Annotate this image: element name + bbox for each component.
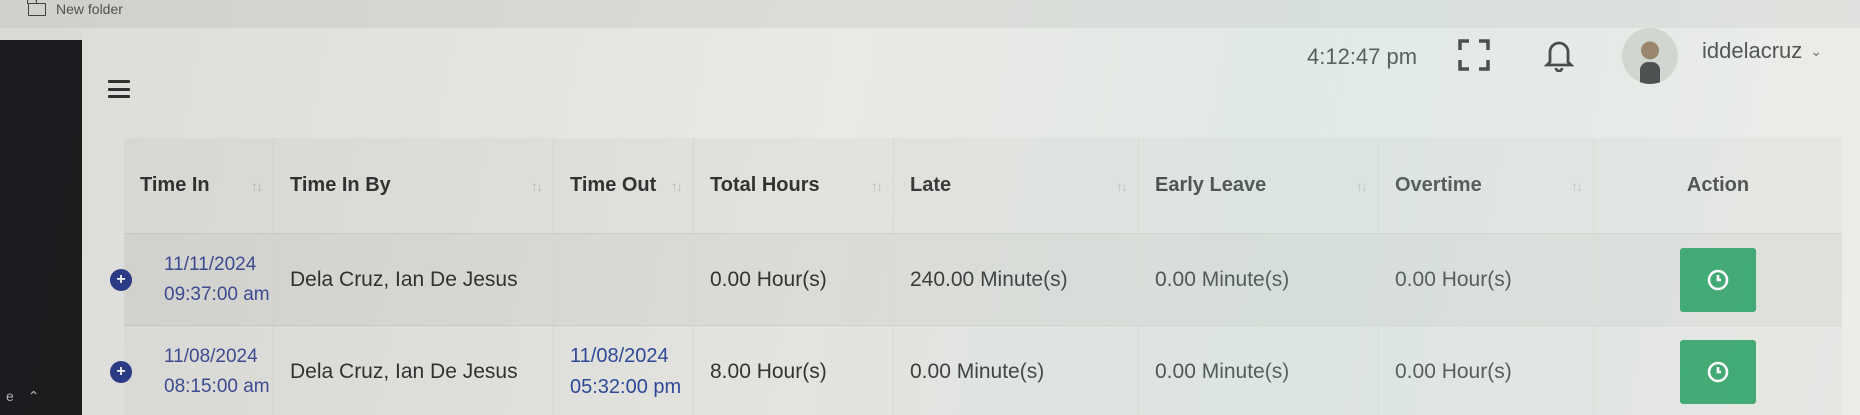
time-in-date: 11/11/2024	[164, 253, 257, 275]
cell-total-hours: 0.00 Hour(s)	[694, 234, 894, 325]
col-overtime[interactable]: Overtime ↑↓	[1379, 138, 1594, 233]
avatar[interactable]	[1622, 28, 1678, 84]
sort-icon: ↑↓	[251, 177, 263, 194]
menu-icon[interactable]	[108, 80, 130, 98]
folder-label: New folder	[56, 1, 123, 17]
expand-icon[interactable]: +	[110, 360, 132, 383]
clock-icon	[1707, 361, 1729, 382]
sort-icon: ↑↓	[671, 177, 683, 194]
cell-time-out	[554, 234, 694, 325]
cell-late: 240.00 Minute(s)	[894, 234, 1139, 325]
new-folder-item[interactable]: New folder	[27, 0, 123, 18]
table-row: + 11/08/2024 08:15:00 am Dela Cruz, Ian …	[110, 326, 1842, 415]
cell-overtime: 0.00 Hour(s)	[1379, 326, 1594, 415]
time-in-time: 08:15:00 am	[164, 375, 270, 397]
table-header: Time In ↑↓ Time In By ↑↓ Time Out ↑↓ Tot…	[124, 138, 1842, 234]
col-overtime-label: Overtime	[1395, 174, 1482, 196]
expand-icon[interactable]: +	[110, 268, 132, 291]
attendance-app: 4:12:47 pm iddelacruz ⌄ Time In ↑↓ Time …	[82, 28, 1860, 415]
col-time-out-label: Time Out	[570, 174, 657, 196]
col-early-leave[interactable]: Early Leave ↑↓	[1139, 138, 1379, 233]
current-time: 4:12:47 pm	[1307, 44, 1418, 69]
cell-time-in-by: Dela Cruz, Ian De Jesus	[274, 234, 554, 325]
time-action-button[interactable]	[1680, 247, 1756, 312]
col-action: Action	[1594, 138, 1842, 233]
sort-icon: ↑↓	[871, 177, 883, 194]
col-late[interactable]: Late ↑↓	[894, 138, 1139, 233]
desktop-folder-strip: New folder	[0, 0, 1860, 28]
col-total-hours-label: Total Hours	[710, 174, 820, 196]
time-in-date: 11/08/2024	[164, 345, 258, 367]
col-action-label: Action	[1686, 174, 1750, 196]
table-row: + 11/11/2024 09:37:00 am Dela Cruz, Ian …	[110, 234, 1842, 326]
time-action-button[interactable]	[1680, 339, 1756, 404]
left-sidebar-rail: e ⌃	[0, 40, 82, 415]
attendance-table: Time In ↑↓ Time In By ↑↓ Time Out ↑↓ Tot…	[110, 138, 1842, 415]
time-out-date: 11/08/2024	[570, 344, 669, 367]
user-menu[interactable]: iddelacruz ⌄	[1702, 38, 1822, 64]
folder-icon	[27, 0, 46, 16]
sort-icon: ↑↓	[1571, 177, 1583, 194]
cell-early-leave: 0.00 Minute(s)	[1139, 326, 1379, 415]
cell-time-out: 11/08/2024 05:32:00 pm	[554, 326, 694, 415]
col-total-hours[interactable]: Total Hours ↑↓	[694, 138, 894, 233]
cell-action	[1594, 234, 1842, 325]
col-time-out[interactable]: Time Out ↑↓	[554, 138, 694, 233]
col-time-in-label: Time In	[140, 174, 210, 196]
col-time-in-by[interactable]: Time In By ↑↓	[274, 138, 554, 233]
rail-e-icon[interactable]: e	[6, 388, 14, 405]
sort-icon: ↑↓	[531, 177, 543, 194]
cell-total-hours: 8.00 Hour(s)	[694, 326, 894, 415]
top-bar: 4:12:47 pm iddelacruz ⌄	[82, 28, 1860, 138]
col-time-in-by-label: Time In By	[290, 174, 391, 196]
cell-time-in: + 11/11/2024 09:37:00 am	[110, 234, 274, 325]
col-time-in[interactable]: Time In ↑↓	[124, 138, 274, 233]
fullscreen-icon[interactable]	[1457, 38, 1491, 77]
username-label: iddelacruz	[1702, 38, 1803, 63]
bell-icon[interactable]	[1542, 36, 1576, 77]
time-out-time: 05:32:00 pm	[570, 375, 682, 398]
cell-late: 0.00 Minute(s)	[894, 326, 1139, 415]
cell-action	[1594, 326, 1842, 415]
cell-time-in-by: Dela Cruz, Ian De Jesus	[274, 326, 554, 415]
clock-icon	[1707, 269, 1729, 290]
chevron-up-icon[interactable]: ⌃	[28, 388, 40, 405]
sort-icon: ↑↓	[1116, 177, 1128, 194]
time-in-time: 09:37:00 am	[164, 283, 270, 305]
col-late-label: Late	[910, 174, 952, 196]
rail-bottom-icons: e ⌃	[0, 388, 82, 405]
cell-overtime: 0.00 Hour(s)	[1379, 234, 1594, 325]
chevron-down-icon: ⌄	[1810, 42, 1823, 59]
sort-icon: ↑↓	[1356, 177, 1368, 194]
cell-time-in: + 11/08/2024 08:15:00 am	[110, 326, 274, 415]
cell-early-leave: 0.00 Minute(s)	[1139, 234, 1379, 325]
col-early-leave-label: Early Leave	[1155, 174, 1267, 196]
